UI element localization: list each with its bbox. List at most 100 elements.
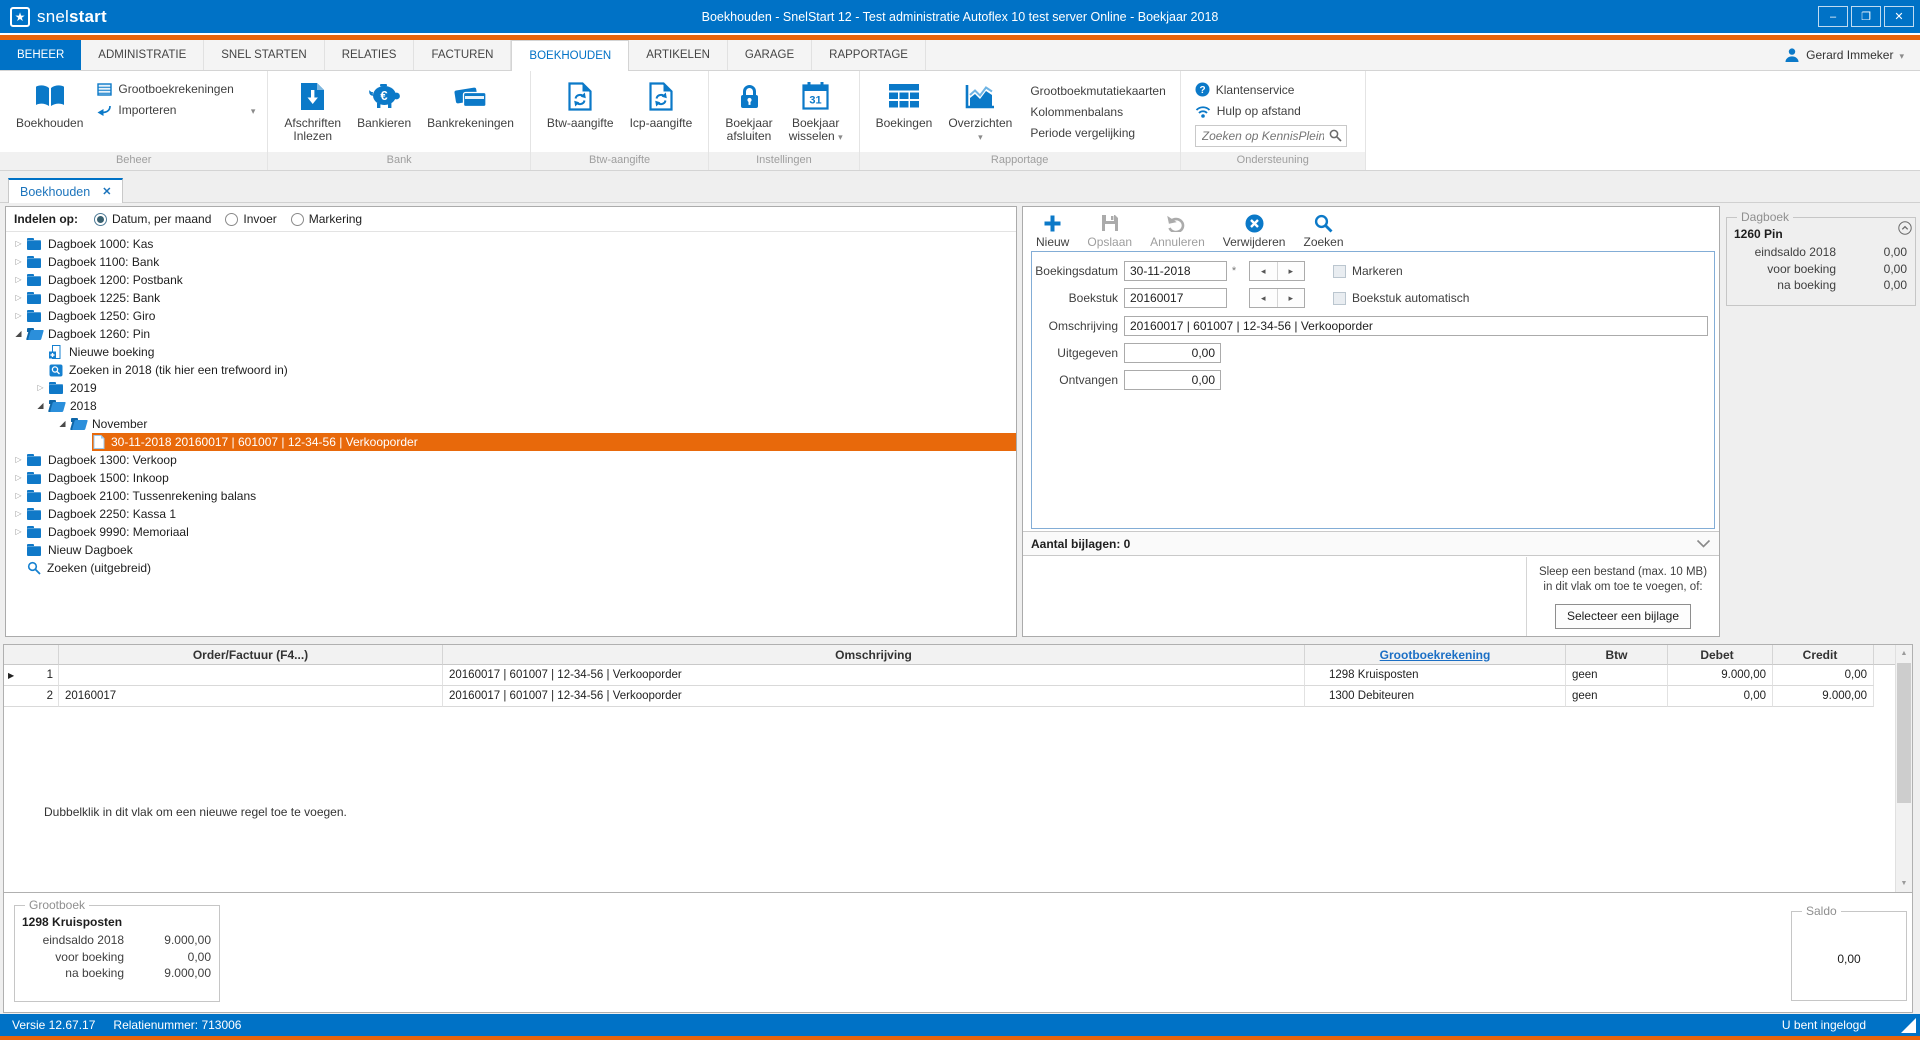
grid-row-1[interactable]: ▶1 20160017 | 601007 | 12-34-56 | Verkoo… [4,665,1912,686]
boekingsdatum-stepper[interactable]: ◂▸ [1249,261,1305,281]
tab-boekhouden[interactable]: BOEKHOUDEN [511,40,629,71]
resize-grip[interactable] [1901,1018,1916,1033]
boekingen-button[interactable]: Boekingen [868,76,941,130]
tab-beheer[interactable]: BEHEER [0,40,81,70]
tree-item-dagboek-1250[interactable]: Dagboek 1250: Giro [6,307,1016,325]
vertical-scrollbar[interactable]: ▲ ▼ [1895,645,1912,892]
tree-item-selected-booking[interactable]: 30-11-2018 20160017 | 601007 | 12-34-56 … [6,433,1016,451]
boekstuk-input[interactable] [1124,288,1227,308]
boekstuk-stepper[interactable]: ◂▸ [1249,288,1305,308]
bankieren-button[interactable]: € Bankieren [349,76,419,130]
tree-item-dagboek-1500[interactable]: Dagboek 1500: Inkoop [6,469,1016,487]
annuleren-button[interactable]: Annuleren [1143,211,1212,251]
radio-datum-per-maand[interactable]: Datum, per maand [94,212,211,226]
markeren-checkbox[interactable] [1333,265,1346,278]
expander-icon[interactable] [11,523,26,541]
step-forward-icon[interactable]: ▸ [1278,289,1305,307]
tree-item-dagboek-9990[interactable]: Dagboek 9990: Memoriaal [6,523,1016,541]
expander-icon[interactable] [11,487,26,505]
scrollbar-thumb[interactable] [1897,663,1911,803]
zoeken-button[interactable]: Zoeken [1296,211,1350,251]
grootboekrekeningen-button[interactable]: Grootboekrekeningen [97,82,255,96]
tree-item-dagboek-1100[interactable]: Dagboek 1100: Bank [6,253,1016,271]
importeren-button[interactable]: Importeren [97,103,255,117]
expander-icon[interactable] [11,289,26,307]
tab-administratie[interactable]: ADMINISTRATIE [81,40,204,70]
expander-icon[interactable] [11,271,26,289]
select-attachment-button[interactable]: Selecteer een bijlage [1555,604,1691,629]
tree-item-nieuw-dagboek[interactable]: Nieuw Dagboek [6,541,1016,559]
kolommenbalans-button[interactable]: Kolommenbalans [1030,105,1165,119]
boekhouden-button[interactable]: Boekhouden [8,76,91,130]
tree-item-dagboek-2100[interactable]: Dagboek 2100: Tussenrekening balans [6,487,1016,505]
bankrekeningen-button[interactable]: Bankrekeningen [419,76,522,130]
omschrijving-cell[interactable]: 20160017 | 601007 | 12-34-56 | Verkoopor… [443,665,1305,686]
overzichten-button[interactable]: Overzichten [940,76,1020,144]
debet-cell[interactable]: 0,00 [1668,686,1773,707]
tree-item-zoeken-2018[interactable]: Zoeken in 2018 (tik hier een trefwoord i… [6,361,1016,379]
restore-button[interactable]: ❐ [1851,6,1881,27]
scroll-up-icon[interactable]: ▲ [1896,645,1912,662]
tree-item-zoeken-uitgebreid[interactable]: Zoeken (uitgebreid) [6,559,1016,577]
periode-vergelijking-button[interactable]: Periode vergelijking [1030,126,1165,140]
expander-icon[interactable] [11,235,26,253]
column-header-order[interactable]: Order/Factuur (F4...) [59,645,443,665]
close-tab-icon[interactable]: ✕ [102,185,111,198]
debet-cell[interactable]: 9.000,00 [1668,665,1773,686]
tree-item-november[interactable]: November [6,415,1016,433]
tree-item-2018[interactable]: 2018 [6,397,1016,415]
btw-aangifte-button[interactable]: Btw-aangifte [539,76,622,130]
tree-item-dagboek-1300[interactable]: Dagboek 1300: Verkoop [6,451,1016,469]
document-tab-boekhouden[interactable]: Boekhouden ✕ [8,178,123,203]
column-header-btw[interactable]: Btw [1566,645,1668,665]
btw-cell[interactable]: geen [1566,686,1668,707]
expander-icon[interactable] [11,307,26,325]
tree-item-dagboek-1225[interactable]: Dagboek 1225: Bank [6,289,1016,307]
tree-item-2019[interactable]: 2019 [6,379,1016,397]
column-header-grootboekrekening[interactable]: Grootboekrekening [1305,645,1566,665]
grootboekmutatiekaarten-button[interactable]: Grootboekmutatiekaarten [1030,84,1165,98]
kennisplein-search-input[interactable] [1195,125,1347,147]
user-menu[interactable]: Gerard Immeker [1784,40,1920,70]
tree-item-dagboek-1000[interactable]: Dagboek 1000: Kas [6,235,1016,253]
tab-facturen[interactable]: FACTUREN [414,40,511,70]
grootboekrekening-cell[interactable]: 1298 Kruisposten [1305,665,1566,686]
nieuw-button[interactable]: Nieuw [1029,211,1076,251]
credit-cell[interactable]: 9.000,00 [1773,686,1874,707]
order-cell[interactable] [59,665,443,686]
uitgegeven-input[interactable] [1124,343,1221,363]
expander-icon[interactable] [11,451,26,469]
tree-item-dagboek-1260[interactable]: Dagboek 1260: Pin [6,325,1016,343]
expander-icon[interactable] [33,379,48,397]
step-back-icon[interactable]: ◂ [1250,262,1278,280]
grid-row-2[interactable]: 2 20160017 20160017 | 601007 | 12-34-56 … [4,686,1912,707]
radio-invoer[interactable]: Invoer [225,212,276,226]
radio-markering[interactable]: Markering [291,212,362,226]
ontvangen-input[interactable] [1124,370,1221,390]
credit-cell[interactable]: 0,00 [1773,665,1874,686]
opslaan-button[interactable]: Opslaan [1080,211,1139,251]
boekjaar-wisselen-button[interactable]: 31 Boekjaarwisselen [781,76,851,144]
tab-relaties[interactable]: RELATIES [325,40,415,70]
boekingsdatum-input[interactable] [1124,261,1227,281]
column-header-credit[interactable]: Credit [1773,645,1874,665]
expander-icon[interactable] [11,325,26,343]
expander-icon[interactable] [55,415,70,433]
omschrijving-input[interactable] [1124,316,1708,336]
tab-rapportage[interactable]: RAPPORTAGE [812,40,926,70]
step-back-icon[interactable]: ◂ [1250,289,1278,307]
column-header-debet[interactable]: Debet [1668,645,1773,665]
attachments-header[interactable]: Aantal bijlagen: 0 [1023,531,1719,556]
tree-item-dagboek-1200[interactable]: Dagboek 1200: Postbank [6,271,1016,289]
btw-cell[interactable]: geen [1566,665,1668,686]
icp-aangifte-button[interactable]: Icp-aangifte [622,76,701,130]
verwijderen-button[interactable]: Verwijderen [1216,211,1293,251]
klantenservice-button[interactable]: ? Klantenservice [1195,82,1353,97]
expander-icon[interactable] [11,253,26,271]
boekstuk-automatisch-checkbox[interactable] [1333,292,1346,305]
tree-item-dagboek-2250[interactable]: Dagboek 2250: Kassa 1 [6,505,1016,523]
grid-empty-hint[interactable]: Dubbelklik in dit vlak om een nieuwe reg… [44,805,347,819]
tab-snel-starten[interactable]: SNEL STARTEN [204,40,324,70]
expander-icon[interactable] [11,469,26,487]
tab-artikelen[interactable]: ARTIKELEN [629,40,728,70]
